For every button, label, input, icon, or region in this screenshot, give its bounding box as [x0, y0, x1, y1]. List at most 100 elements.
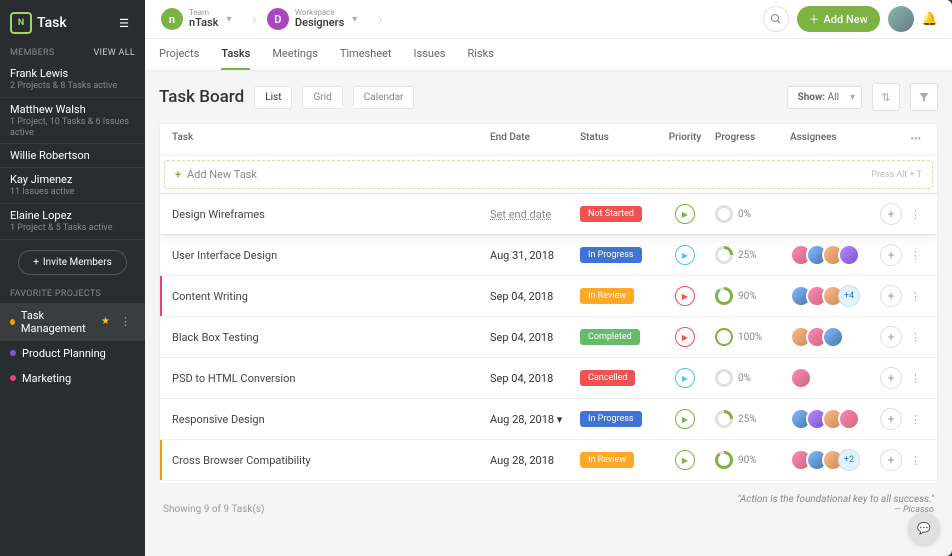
plus-icon: + [175, 168, 181, 181]
sidebar-project[interactable]: Marketing [0, 366, 145, 391]
priority-icon[interactable]: ▶ [675, 409, 695, 429]
team-breadcrumb[interactable]: n TeamnTask ▾ [159, 6, 243, 32]
member-item[interactable]: Matthew Walsh 1 Project, 10 Tasks & 6 Is… [0, 98, 145, 145]
status-badge[interactable]: Cancelled [580, 370, 635, 386]
priority-icon[interactable]: ▶ [675, 450, 695, 470]
view-calendar[interactable]: Calendar [353, 86, 415, 109]
invite-members-button[interactable]: + Invite Members [18, 250, 127, 275]
bell-icon[interactable]: 🔔 [922, 12, 938, 27]
footer-quote: "Action is the foundational key to all s… [737, 494, 934, 505]
member-sub: 2 Projects & 8 Tasks active [10, 81, 135, 92]
tab-tasks[interactable]: Tasks [221, 39, 250, 70]
progress-value: 100% [738, 332, 762, 343]
workspace-breadcrumb[interactable]: D WorkspaceDesigners ▾ [265, 6, 369, 32]
topbar: n TeamnTask ▾ › D WorkspaceDesigners ▾ ›… [145, 0, 952, 39]
task-name: PSD to HTML Conversion [172, 372, 490, 385]
more-icon[interactable]: ⋮ [906, 329, 925, 346]
add-task-label: Add New Task [187, 168, 257, 181]
view-all-link[interactable]: View All [94, 48, 135, 58]
task-row[interactable]: Responsive Design Aug 28, 2018 ▾ In Prog… [160, 398, 937, 439]
priority-icon[interactable]: ▶ [675, 327, 695, 347]
status-badge[interactable]: Not Started [580, 206, 642, 222]
progress-value: 0% [738, 209, 751, 220]
add-assignee-button[interactable]: + [880, 244, 902, 266]
add-assignee-button[interactable]: + [880, 203, 902, 225]
task-date: Aug 31, 2018 [490, 249, 554, 262]
view-list[interactable]: List [254, 86, 292, 109]
assignee-avatar[interactable] [822, 326, 844, 348]
task-row[interactable]: Content Writing Sep 04, 2018 In Review ▶… [160, 275, 937, 316]
add-assignee-button[interactable]: + [880, 408, 902, 430]
status-badge[interactable]: In Progress [580, 247, 642, 263]
tab-risks[interactable]: Risks [467, 39, 493, 70]
menu-icon[interactable]: ☰ [113, 12, 135, 34]
more-assignees[interactable]: +4 [838, 285, 860, 307]
more-icon[interactable]: ⋮ [906, 452, 925, 469]
member-item[interactable]: Willie Robertson [0, 144, 145, 168]
show-filter-dropdown[interactable]: Show: All [787, 86, 862, 109]
add-assignee-button[interactable]: + [880, 285, 902, 307]
view-grid[interactable]: Grid [302, 86, 342, 109]
task-name: Cross Browser Compatibility [172, 454, 490, 467]
task-row[interactable]: User Interface Design Aug 31, 2018 In Pr… [160, 234, 937, 275]
tab-projects[interactable]: Projects [159, 39, 199, 70]
more-icon[interactable]: ⋮ [906, 247, 925, 264]
priority-icon[interactable]: ▶ [675, 204, 695, 224]
chat-icon[interactable]: 💬 [908, 512, 940, 544]
sort-icon[interactable]: ⇅ [872, 83, 900, 111]
breadcrumb-sep: › [251, 9, 256, 30]
progress-ring [715, 287, 733, 305]
tab-issues[interactable]: Issues [414, 39, 446, 70]
show-label: Show: [798, 92, 826, 103]
member-item[interactable]: Kay Jimenez 11 Issues active [0, 168, 145, 204]
status-badge[interactable]: In Review [580, 452, 634, 468]
status-badge[interactable]: In Review [580, 288, 634, 304]
member-item[interactable]: Elaine Lopez 1 Project & 5 Tasks active [0, 204, 145, 240]
user-avatar[interactable] [888, 6, 914, 32]
invite-label: Invite Members [43, 257, 112, 268]
priority-icon[interactable]: ▶ [675, 245, 695, 265]
add-new-button[interactable]: ＋Add New [797, 6, 880, 32]
assignee-avatar[interactable] [838, 244, 860, 266]
task-row[interactable]: Black Box Testing Sep 04, 2018 Completed… [160, 316, 937, 357]
more-icon[interactable]: ⋮ [906, 411, 925, 428]
task-row[interactable]: Mobile App Aug 21, 2018 Completed ▶ 100%… [160, 480, 937, 483]
progress-value: 0% [738, 373, 751, 384]
more-icon[interactable]: ⋮ [906, 288, 925, 305]
priority-icon[interactable]: ▶ [675, 286, 695, 306]
sidebar-project[interactable]: Product Planning [0, 341, 145, 366]
app-logo[interactable]: N Task [10, 12, 67, 34]
filter-icon[interactable] [910, 83, 938, 111]
add-assignee-button[interactable]: + [880, 367, 902, 389]
more-assignees[interactable]: +2 [838, 449, 860, 471]
footer-author: — Picasso [737, 505, 934, 515]
progress-ring [715, 410, 733, 428]
task-row[interactable]: Cross Browser Compatibility Aug 28, 2018… [160, 439, 937, 480]
status-badge[interactable]: In Progress [580, 411, 642, 427]
more-icon[interactable]: ⋮ [116, 313, 135, 330]
priority-icon[interactable]: ▶ [675, 368, 695, 388]
assignee-avatar[interactable] [838, 408, 860, 430]
sidebar-project[interactable]: Task Management ★⋮ [0, 303, 145, 341]
search-icon[interactable] [763, 6, 789, 32]
tab-meetings[interactable]: Meetings [272, 39, 317, 70]
member-item[interactable]: Frank Lewis 2 Projects & 8 Tasks active [0, 62, 145, 98]
status-badge[interactable]: Completed [580, 329, 640, 345]
add-assignee-button[interactable]: + [880, 326, 902, 348]
member-sub: 11 Issues active [10, 187, 135, 198]
task-row[interactable]: Design Wireframes Set end date Not Start… [160, 193, 937, 234]
add-task-row[interactable]: + Add New Task Press Alt + T [164, 160, 933, 189]
more-icon[interactable]: ••• [907, 132, 926, 147]
progress-ring [715, 451, 733, 469]
star-icon: ★ [101, 316, 110, 327]
more-icon[interactable]: ⋮ [906, 370, 925, 387]
task-row[interactable]: PSD to HTML Conversion Sep 04, 2018 Canc… [160, 357, 937, 398]
task-date[interactable]: Set end date [490, 208, 551, 221]
tab-timesheet[interactable]: Timesheet [340, 39, 392, 70]
task-name: Content Writing [172, 290, 490, 303]
more-icon[interactable]: ⋮ [906, 206, 925, 223]
show-value: All [828, 92, 839, 103]
assignee-avatar[interactable] [790, 367, 812, 389]
task-date: Sep 04, 2018 [490, 290, 553, 303]
add-assignee-button[interactable]: + [880, 449, 902, 471]
